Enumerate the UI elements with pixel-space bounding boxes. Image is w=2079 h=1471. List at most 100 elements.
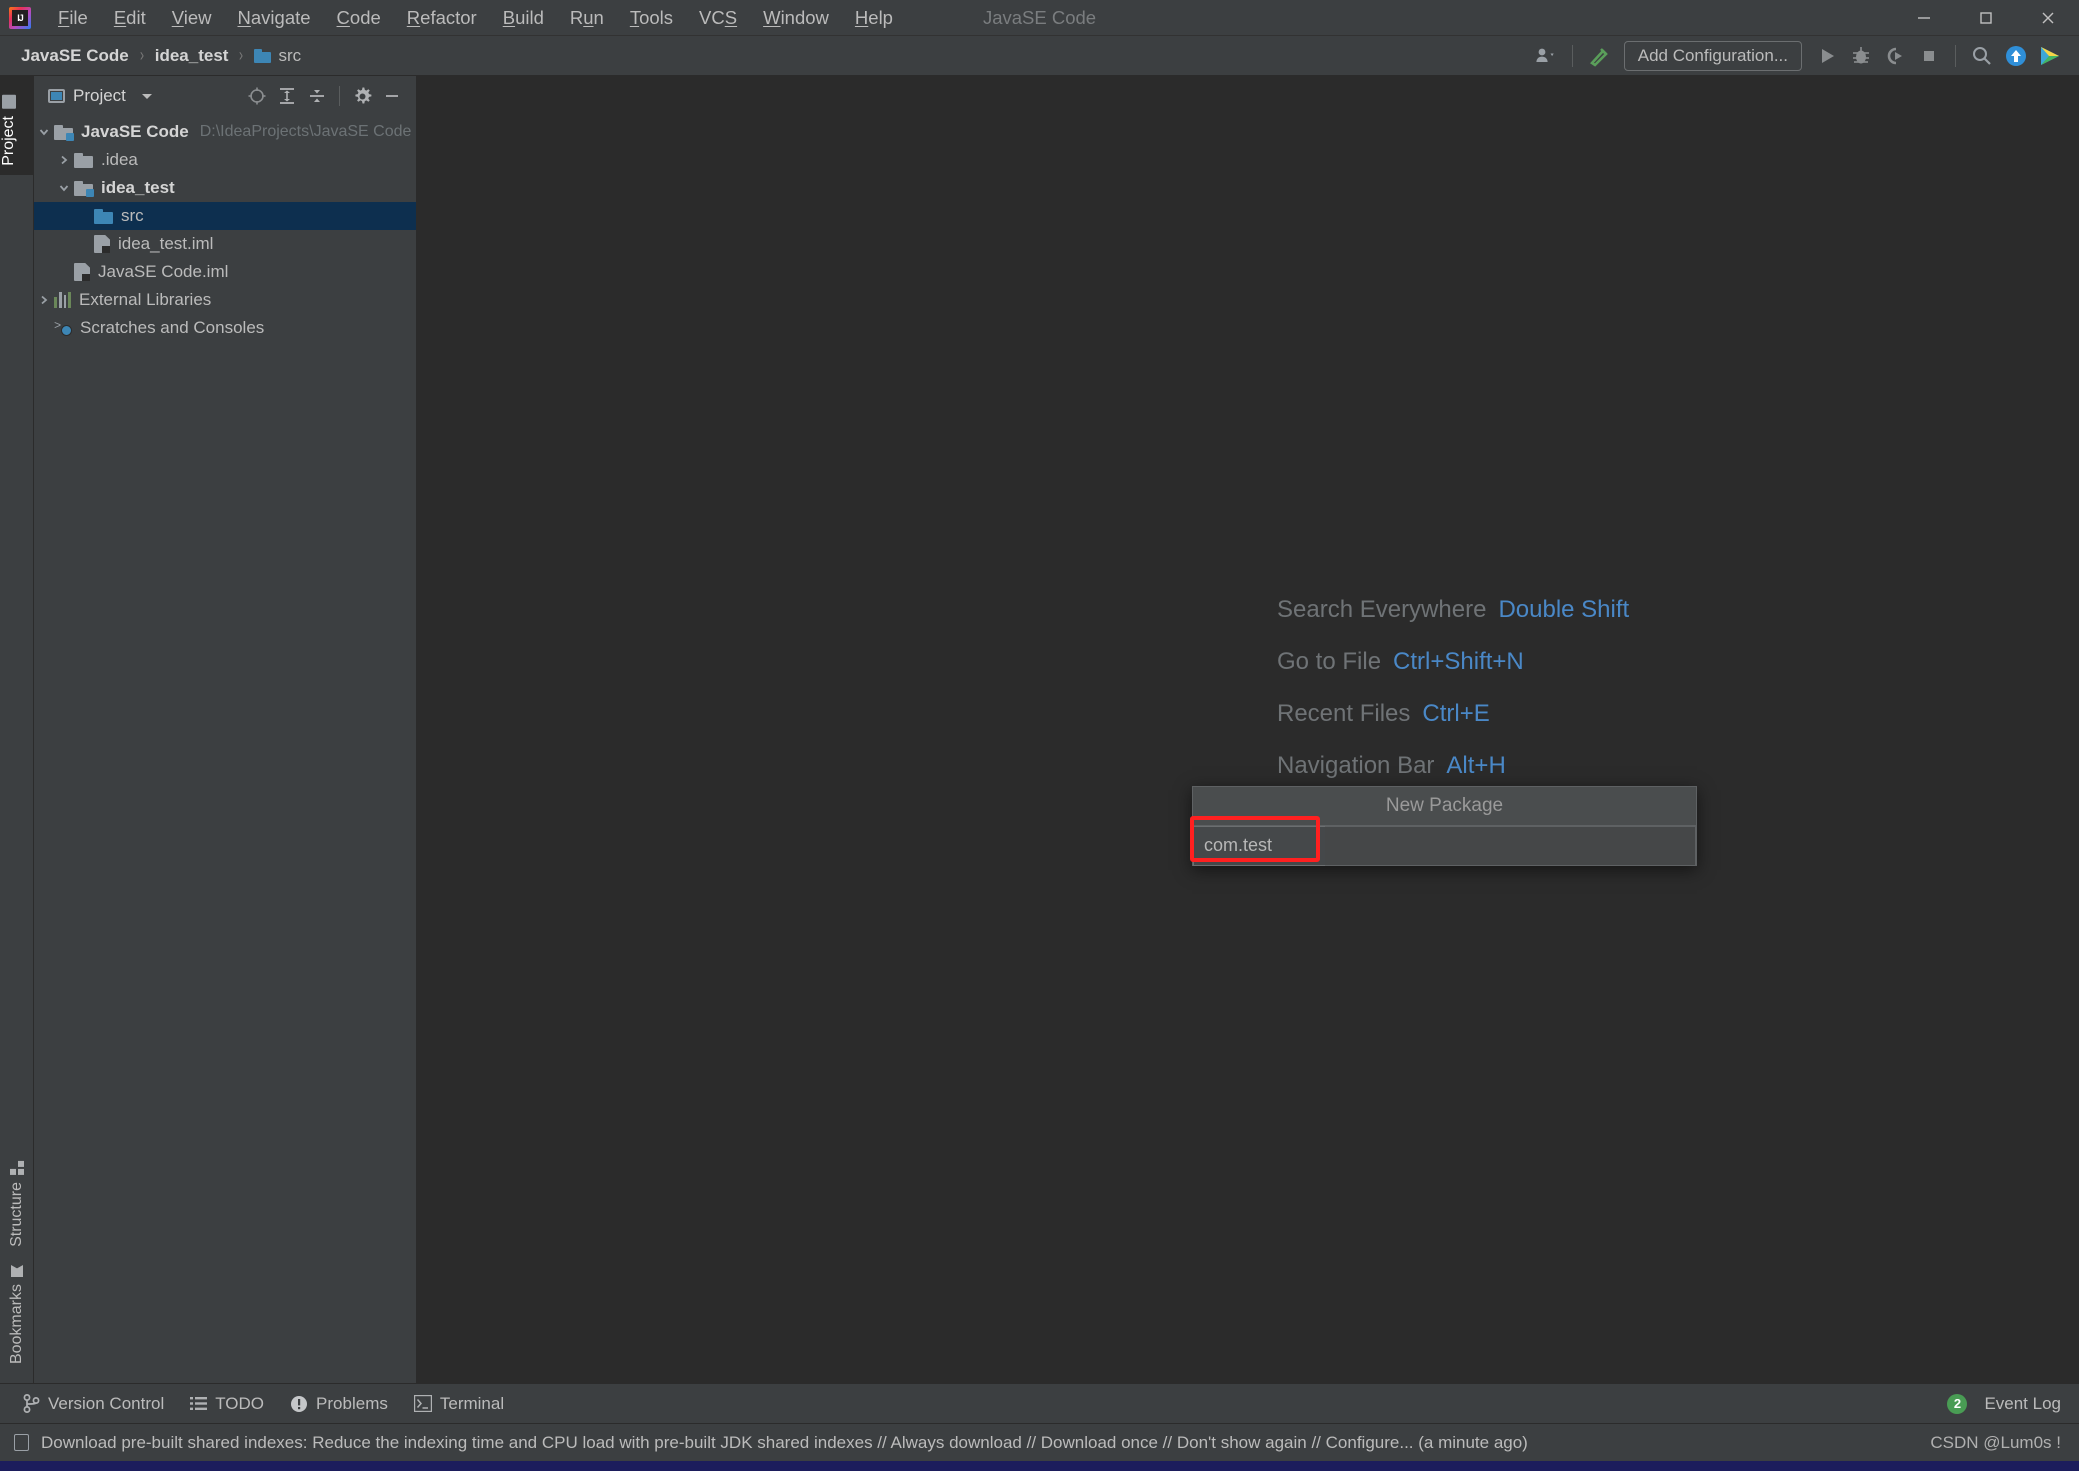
update-project-icon (2006, 45, 2026, 66)
tool-window-label: Problems (316, 1393, 388, 1413)
menu-item-run[interactable]: Run (557, 0, 617, 35)
event-log-badge: 2 (1947, 1393, 1968, 1414)
search-button[interactable] (1965, 41, 1999, 71)
menu-item-view[interactable]: View (159, 0, 225, 35)
status-bar: Download pre-built shared indexes: Reduc… (0, 1423, 2079, 1461)
tool-window-tab-label: Project (0, 116, 17, 166)
status-message[interactable]: Download pre-built shared indexes: Reduc… (41, 1433, 1528, 1453)
menu-item-help[interactable]: Help (842, 0, 906, 35)
tool-window-tab-bookmarks[interactable]: Bookmarks (8, 1256, 26, 1373)
expand-all-button[interactable] (273, 83, 301, 109)
scratches-icon (54, 319, 72, 336)
menu-item-navigate[interactable]: Navigate (225, 0, 324, 35)
tree-node-scratches-and-consoles[interactable]: Scratches and Consoles (34, 314, 416, 342)
gear-icon (354, 87, 371, 103)
collapse-all-icon (310, 90, 324, 102)
new-package-dialog-title: New Package (1385, 795, 1504, 816)
tip-shortcut-label: Alt+H (1446, 752, 1506, 779)
select-opened-file-icon (248, 87, 266, 105)
menu-label: VCS (699, 6, 738, 28)
run-button[interactable] (1810, 41, 1844, 71)
tool-window-version-control[interactable]: Version Control (10, 1390, 177, 1418)
breadcrumb-src[interactable]: src (249, 44, 306, 68)
hide-panel-button[interactable] (378, 83, 406, 109)
folder-icon (2, 95, 16, 109)
tool-window-tab-project[interactable]: Project (0, 86, 18, 175)
menu-item-refactor[interactable]: Refactor (394, 0, 490, 35)
tool-window-tab-structure[interactable]: Structure (8, 1152, 26, 1256)
chevron-down-icon[interactable] (34, 126, 54, 138)
main-area: Project Structure Bookmarks Project Java… (0, 76, 2079, 1383)
breadcrumb-separator: › (139, 45, 144, 65)
tip-shortcut-label: Double Shift (1498, 596, 1630, 623)
menu-item-window[interactable]: Window (750, 0, 842, 35)
chevron-down-icon[interactable] (141, 93, 152, 99)
settings-button[interactable] (348, 83, 376, 109)
tree-node-idea-test-iml[interactable]: idea_test.iml (34, 230, 416, 258)
menu-label: Refactor (406, 6, 477, 28)
shortcut-tips: Search Everywhere Double Shift Go to File… (1277, 596, 1629, 780)
tree-node-external-libraries[interactable]: External Libraries (34, 286, 416, 314)
title-bar: File Edit View Navigate Code Refactor Bu… (0, 0, 2079, 36)
desktop-background-strip (0, 1461, 2079, 1471)
project-panel-title[interactable]: Project (48, 86, 152, 106)
menu-item-file[interactable]: File (45, 0, 101, 35)
tree-node-idea-test[interactable]: idea_test (34, 174, 416, 202)
breadcrumb-idea-test[interactable]: idea_test (150, 44, 234, 68)
tip-recent-files: Recent Files Ctrl+E (1277, 700, 1629, 728)
tree-node-label: JavaSE Code.iml (98, 262, 229, 281)
toolbar-actions: Add Configuration... (1529, 40, 2079, 71)
build-project-button[interactable] (1582, 41, 1616, 71)
tree-node-path: D:\IdeaProjects\JavaSE Code (199, 123, 412, 140)
problems-icon (291, 1395, 308, 1412)
menu-item-build[interactable]: Build (490, 0, 557, 35)
breadcrumb-separator: › (239, 45, 244, 65)
tool-window-label: Terminal (439, 1393, 505, 1413)
chevron-right-icon[interactable] (34, 294, 54, 306)
breadcrumb-javase-code[interactable]: JavaSE Code (16, 44, 134, 68)
menu-label: View (171, 6, 212, 28)
tool-window-todo[interactable]: TODO (177, 1390, 277, 1418)
toolbar-divider (1955, 44, 1956, 67)
event-log-button[interactable]: 2 Event Log (1947, 1390, 2061, 1418)
chevron-right-icon[interactable] (54, 154, 74, 166)
user-dropdown-button[interactable] (1529, 41, 1563, 71)
tree-node-idea-folder[interactable]: .idea (34, 146, 416, 174)
bookmark-icon (11, 1265, 23, 1277)
libraries-icon (54, 292, 71, 308)
breadcrumb-label: src (278, 45, 302, 65)
run-with-coverage-button[interactable] (1878, 41, 1912, 71)
menu-item-code[interactable]: Code (324, 0, 394, 35)
tree-node-label: Scratches and Consoles (80, 318, 265, 337)
event-log-label: Event Log (1984, 1393, 2061, 1413)
tree-node-label: idea_test.iml (118, 234, 214, 253)
chevron-down-icon[interactable] (54, 182, 74, 194)
project-view-icon (48, 89, 65, 103)
menu-label: File (58, 6, 88, 28)
maximize-button[interactable] (1955, 0, 2017, 35)
left-strip-bottom: Structure Bookmarks (0, 1152, 33, 1383)
update-project-button[interactable] (1999, 41, 2033, 71)
tree-node-javase-code-iml[interactable]: JavaSE Code.iml (34, 258, 416, 286)
tree-node-javase-code[interactable]: JavaSE Code D:\IdeaProjects\JavaSE Code (34, 118, 416, 146)
minimize-button[interactable] (1893, 0, 1955, 35)
new-package-input-row (1193, 825, 1696, 866)
tool-window-problems[interactable]: Problems (277, 1390, 401, 1418)
add-configuration-button[interactable]: Add Configuration... (1623, 40, 1802, 71)
menu-item-vcs[interactable]: VCS (686, 0, 750, 35)
user-dropdown-icon (1536, 48, 1554, 62)
stop-button[interactable] (1912, 41, 1946, 71)
menu-label: Help (854, 6, 893, 28)
tree-node-src[interactable]: src (34, 202, 416, 230)
collapse-all-button[interactable] (303, 83, 331, 109)
ide-services-button[interactable] (2033, 41, 2067, 71)
close-button[interactable] (2017, 0, 2079, 35)
menu-item-edit[interactable]: Edit (101, 0, 159, 35)
package-name-input[interactable] (1193, 825, 1325, 866)
debug-button[interactable] (1844, 41, 1878, 71)
tool-window-terminal[interactable]: Terminal (401, 1390, 517, 1418)
select-opened-file-button[interactable] (243, 83, 271, 109)
menu-item-tools[interactable]: Tools (617, 0, 686, 35)
editor-empty-area: Search Everywhere Double Shift Go to File… (417, 76, 2079, 1383)
breadcrumb-label: JavaSE Code (21, 45, 129, 65)
